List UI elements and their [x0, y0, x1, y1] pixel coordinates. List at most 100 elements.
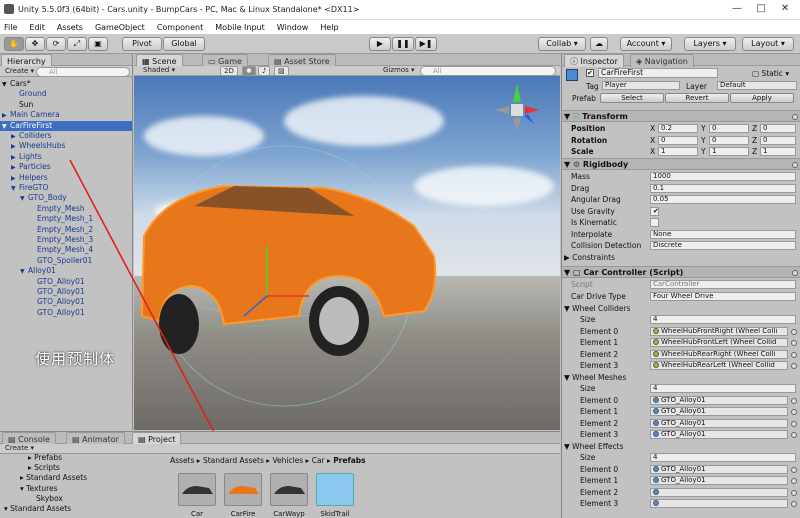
- transform-row-label: Rotation: [571, 135, 608, 145]
- z-axis-label: Z: [752, 124, 758, 133]
- object-field[interactable]: WheelHubFrontLeft (Wheel Collid: [650, 338, 788, 347]
- layer-dropdown[interactable]: Default: [717, 81, 797, 90]
- object-picker-icon[interactable]: [791, 501, 797, 507]
- drive-type-dropdown[interactable]: Four Wheel Drive: [650, 291, 796, 301]
- angular-drag-field[interactable]: 0.05: [650, 195, 796, 204]
- tab-navigation[interactable]: ◈ Navigation: [630, 54, 694, 67]
- object-field[interactable]: GTO_Alloy01: [650, 476, 788, 485]
- object-field[interactable]: GTO_Alloy01: [650, 418, 788, 428]
- x-field[interactable]: 0.2: [658, 124, 698, 133]
- mass-field[interactable]: 1000: [650, 172, 796, 181]
- project-tree-item-scripts[interactable]: ▸ Scripts: [28, 463, 60, 473]
- wheel-meshes-foldout[interactable]: ▼ Wheel Meshes: [562, 372, 800, 384]
- object-field[interactable]: GTO_Alloy01: [650, 464, 788, 474]
- layer-label: Layer: [686, 82, 707, 91]
- x-field[interactable]: 0: [658, 135, 698, 145]
- object-field-text: GTO_Alloy01: [661, 464, 706, 473]
- size-label: Size: [580, 453, 596, 462]
- object-field-text: WheelHubFrontRight (Wheel Colli: [661, 326, 778, 335]
- asset-skidtrail-prefab[interactable]: [316, 473, 354, 506]
- z-field[interactable]: 0: [760, 135, 796, 145]
- size-field[interactable]: 4: [650, 315, 796, 324]
- z-field[interactable]: 1: [760, 147, 796, 156]
- gear-icon[interactable]: [792, 114, 798, 120]
- collision-detection-dropdown[interactable]: Discrete: [650, 241, 796, 250]
- collision-detection-label: Collision Detection: [571, 241, 642, 250]
- project-tree-item-prefabs[interactable]: ▸ Prefabs: [28, 453, 62, 463]
- y-axis-label: Y: [701, 135, 706, 145]
- breadcrumb-car[interactable]: Car: [312, 456, 325, 465]
- breadcrumb-prefabs[interactable]: Prefabs: [333, 456, 365, 465]
- project-tree-item-textures[interactable]: ▾ Textures: [20, 484, 58, 494]
- mesh-object-icon: [653, 431, 659, 437]
- size-field[interactable]: 4: [650, 453, 796, 462]
- breadcrumb-assets[interactable]: Assets: [170, 456, 194, 465]
- project-tree-item-skybox[interactable]: Skybox: [36, 494, 63, 504]
- animator-tab-label: Animator: [82, 435, 119, 444]
- asset-carfire-prefab[interactable]: [224, 473, 262, 506]
- project-tree-item-standard-assets-2[interactable]: ▾ Standard Assets: [4, 504, 71, 514]
- wheel-colliders-element-row: Element 2 WheelHubRearRight (Wheel Colli: [562, 349, 800, 361]
- breadcrumb-vehicles[interactable]: Vehicles: [272, 456, 303, 465]
- constraints-row[interactable]: ▶ Constraints: [562, 252, 800, 264]
- object-field[interactable]: [650, 487, 788, 497]
- prefab-revert-button[interactable]: Revert: [665, 93, 729, 103]
- tree-label-skybox: Skybox: [36, 494, 63, 503]
- wheel-effects-size-row: Size 4: [562, 452, 800, 464]
- y-axis-label: Y: [701, 147, 706, 156]
- y-field[interactable]: 0: [709, 135, 749, 145]
- rigidbody-header[interactable]: ▼ ⚙ Rigidbody: [562, 158, 800, 170]
- wheel-effects-foldout[interactable]: ▼ Wheel Effects: [562, 441, 800, 453]
- object-picker-icon[interactable]: [791, 409, 797, 415]
- element-label: Element 2: [580, 487, 619, 497]
- breadcrumb-standard-assets[interactable]: Standard Assets: [203, 456, 264, 465]
- tag-dropdown[interactable]: Player: [602, 81, 680, 90]
- object-picker-icon[interactable]: [791, 478, 797, 484]
- angular-drag-label: Angular Drag: [571, 195, 621, 204]
- tab-inspector[interactable]: ⓘ Inspector: [564, 54, 624, 67]
- object-field[interactable]: GTO_Alloy01: [650, 395, 788, 405]
- wheel-effects-element-row: Element 0 GTO_Alloy01: [562, 464, 800, 476]
- interpolate-dropdown[interactable]: None: [650, 229, 796, 239]
- tag-label: Tag: [586, 82, 599, 91]
- z-field[interactable]: 0: [760, 124, 796, 133]
- object-picker-icon[interactable]: [791, 420, 797, 427]
- prefab-select-button[interactable]: Select: [600, 93, 664, 103]
- wheel-colliders-foldout[interactable]: ▼ Wheel Colliders: [562, 303, 800, 315]
- use-gravity-checkbox[interactable]: ✔: [650, 206, 659, 216]
- object-field[interactable]: WheelHubRearLeft (Wheel Collid: [650, 361, 788, 370]
- object-picker-icon[interactable]: [791, 432, 797, 438]
- object-picker-icon[interactable]: [791, 489, 797, 496]
- object-picker-icon[interactable]: [791, 397, 797, 404]
- mesh-object-icon: [653, 500, 659, 506]
- object-field[interactable]: WheelHubFrontRight (Wheel Colli: [650, 326, 788, 336]
- y-field[interactable]: 0: [709, 124, 749, 133]
- active-checkbox[interactable]: ✔: [586, 69, 594, 77]
- object-field[interactable]: GTO_Alloy01: [650, 407, 788, 416]
- object-picker-icon[interactable]: [791, 340, 797, 346]
- object-picker-icon[interactable]: [791, 363, 797, 369]
- transform-header[interactable]: ▼ ⤧ Transform: [562, 110, 800, 122]
- wheel-effects-element-row: Element 3: [562, 498, 800, 510]
- object-field[interactable]: GTO_Alloy01: [650, 430, 788, 439]
- static-toggle[interactable]: ▢ Static ▾: [752, 69, 789, 78]
- gear-icon[interactable]: [792, 270, 798, 276]
- x-field[interactable]: 1: [658, 147, 698, 156]
- drag-field[interactable]: 0.1: [650, 183, 796, 193]
- asset-car-prefab[interactable]: [178, 473, 216, 506]
- object-picker-icon[interactable]: [791, 351, 797, 358]
- wheel-meshes-element-row: Element 2 GTO_Alloy01: [562, 418, 800, 430]
- object-picker-icon[interactable]: [791, 328, 797, 335]
- object-picker-icon[interactable]: [791, 466, 797, 473]
- prefab-apply-button[interactable]: Apply: [730, 93, 794, 103]
- is-kinematic-checkbox[interactable]: [650, 218, 659, 227]
- gear-icon[interactable]: [792, 162, 798, 168]
- asset-carwaypoint-prefab[interactable]: [270, 473, 308, 506]
- car-controller-header[interactable]: ▼ ▢ Car Controller (Script): [562, 266, 800, 278]
- size-field[interactable]: 4: [650, 384, 796, 393]
- object-field[interactable]: WheelHubRearRight (Wheel Colli: [650, 349, 788, 359]
- object-field[interactable]: [650, 499, 788, 508]
- y-field[interactable]: 1: [709, 147, 749, 156]
- project-tree-item-standard-assets[interactable]: ▸ Standard Assets: [20, 473, 87, 483]
- gameobject-name-input[interactable]: CarFireFirst: [598, 68, 718, 78]
